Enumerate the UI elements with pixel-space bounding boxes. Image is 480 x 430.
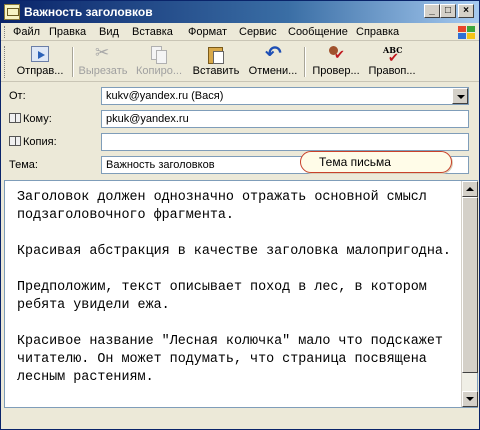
menu-edit[interactable]: Правка bbox=[49, 26, 86, 38]
toolbar-grip[interactable] bbox=[4, 46, 7, 78]
clipboard-icon bbox=[207, 46, 225, 64]
scroll-down-button[interactable] bbox=[462, 391, 478, 407]
scissors-icon bbox=[94, 43, 112, 63]
menu-view[interactable]: Вид bbox=[99, 26, 119, 38]
from-field[interactable]: kukv@yandex.ru (Вася) bbox=[101, 87, 469, 105]
check-names-icon bbox=[327, 46, 345, 63]
from-label: От: bbox=[9, 90, 26, 102]
undo-button[interactable]: Отмени... bbox=[244, 41, 302, 80]
window-title: Важность заголовков bbox=[24, 5, 153, 19]
from-dropdown-button[interactable] bbox=[452, 88, 468, 104]
menu-help[interactable]: Справка bbox=[356, 26, 399, 38]
paste-button[interactable]: Вставить bbox=[188, 44, 244, 80]
maximize-button[interactable]: □ bbox=[440, 4, 456, 18]
to-field[interactable]: pkuk@yandex.ru bbox=[101, 110, 469, 128]
subject-label: Тема: bbox=[9, 159, 38, 171]
close-button[interactable]: × bbox=[458, 4, 474, 18]
cc-field[interactable] bbox=[101, 133, 469, 151]
body-paragraph: Предположим, текст описывает поход в лес… bbox=[17, 280, 435, 313]
cut-button[interactable]: Вырезать bbox=[75, 43, 131, 80]
status-strip bbox=[4, 408, 478, 428]
windows-logo-icon bbox=[456, 25, 476, 39]
to-label[interactable]: Кому: bbox=[9, 113, 52, 125]
spelling-button[interactable]: ABC ✔ Правоп... bbox=[364, 44, 420, 80]
scroll-up-button[interactable] bbox=[462, 181, 478, 197]
body-paragraph: Красивое название "Лесная колючка" мало … bbox=[17, 334, 451, 385]
message-body-text: Заголовок должен однозначно отражать осн… bbox=[17, 189, 457, 405]
menu-message[interactable]: Сообщение bbox=[288, 26, 348, 38]
menu-insert[interactable]: Вставка bbox=[132, 26, 173, 38]
minimize-button[interactable]: _ bbox=[424, 4, 440, 18]
copy-icon bbox=[150, 46, 168, 64]
spelling-icon: ABC ✔ bbox=[383, 45, 403, 65]
send-button[interactable]: Отправ... bbox=[11, 44, 69, 80]
scroll-thumb[interactable] bbox=[462, 197, 478, 373]
vertical-scrollbar[interactable] bbox=[461, 181, 478, 407]
undo-icon bbox=[264, 41, 282, 66]
toolbar-separator bbox=[72, 47, 74, 77]
address-book-icon bbox=[9, 136, 21, 146]
cc-label[interactable]: Копия: bbox=[9, 136, 57, 148]
send-icon bbox=[31, 46, 49, 62]
message-window: Важность заголовков _ □ × Файл Правка Ви… bbox=[0, 0, 480, 430]
toolbar: Отправ... Вырезать Копиро... Вставить От… bbox=[1, 41, 479, 82]
menu-grip[interactable] bbox=[4, 26, 7, 38]
menu-file[interactable]: Файл bbox=[13, 26, 40, 38]
title-bar[interactable]: Важность заголовков _ □ × bbox=[1, 1, 479, 23]
check-names-button[interactable]: Провер... bbox=[308, 44, 364, 80]
menu-tools[interactable]: Сервис bbox=[239, 26, 277, 38]
menu-bar: Файл Правка Вид Вставка Формат Сервис Со… bbox=[1, 23, 479, 41]
address-book-icon bbox=[9, 113, 21, 123]
menu-format[interactable]: Формат bbox=[188, 26, 227, 38]
body-paragraph: Заголовок должен однозначно отражать осн… bbox=[17, 190, 435, 223]
body-paragraph: Красивая абстракция в качестве заголовка… bbox=[17, 244, 451, 259]
subject-callout: Тема письма bbox=[300, 151, 452, 173]
toolbar-separator bbox=[304, 47, 306, 77]
copy-button[interactable]: Копиро... bbox=[131, 44, 187, 80]
mail-icon bbox=[4, 4, 20, 20]
message-body-editor[interactable]: Заголовок должен однозначно отражать осн… bbox=[4, 180, 478, 408]
